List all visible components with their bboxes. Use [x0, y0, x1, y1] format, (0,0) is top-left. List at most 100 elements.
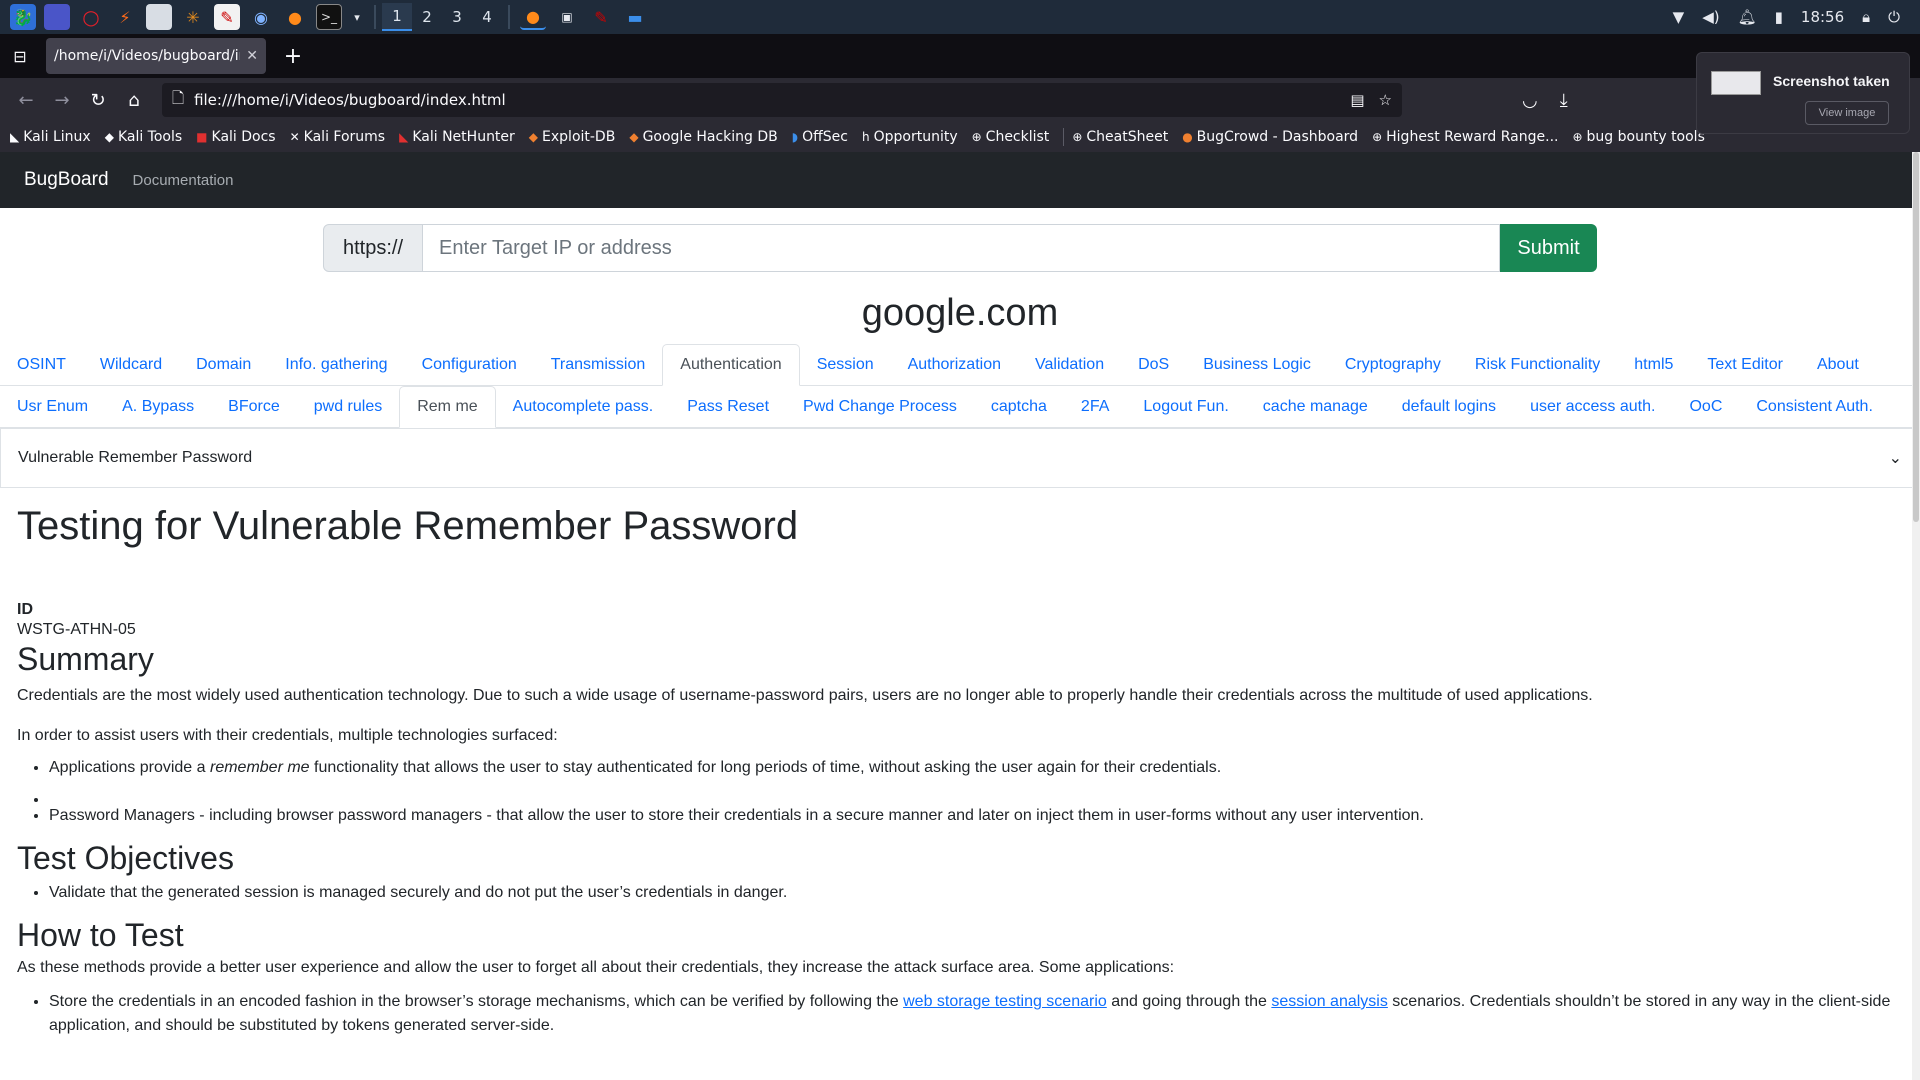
session-analysis-link[interactable]: session analysis	[1271, 993, 1388, 1010]
bookmark[interactable]: ◗ OffSec	[792, 129, 848, 145]
terminal-icon[interactable]: >_	[316, 4, 342, 30]
desktop-icon[interactable]	[44, 4, 70, 30]
tab-rem-me[interactable]: Rem me	[399, 386, 496, 428]
bookmark[interactable]: ■ Kali Docs	[196, 129, 275, 145]
workspace-4[interactable]: 4	[472, 3, 502, 31]
bookmark[interactable]: ✕ Kali Forums	[290, 129, 386, 145]
bookmark-star-icon[interactable]: ☆	[1379, 91, 1392, 109]
bookmark[interactable]: ⊕ CheatSheet	[1072, 129, 1168, 145]
tab-pwd-change-process[interactable]: Pwd Change Process	[786, 386, 974, 428]
tab-wildcard[interactable]: Wildcard	[83, 344, 179, 386]
opera-icon[interactable]: ○	[78, 4, 104, 30]
bookmark[interactable]: ◆ Exploit-DB	[529, 129, 616, 145]
back-icon[interactable]: ←	[8, 82, 44, 118]
tab-cryptography[interactable]: Cryptography	[1328, 344, 1458, 386]
tab-authentication[interactable]: Authentication	[662, 344, 800, 386]
spider-icon[interactable]: ✳	[180, 4, 206, 30]
accordion-header[interactable]: Vulnerable Remember Password ⌄	[0, 428, 1920, 488]
tab-user-access-auth[interactable]: user access auth.	[1513, 386, 1672, 428]
firefox-icon[interactable]: ●	[282, 4, 308, 30]
bookmark[interactable]: ⊕ Highest Reward Range...	[1372, 129, 1558, 145]
brand-link[interactable]: BugBoard	[24, 169, 109, 191]
tab-consistent-auth[interactable]: Consistent Auth.	[1739, 386, 1890, 428]
downloads-icon[interactable]: ⤓	[1560, 90, 1568, 111]
tab-usr-enum[interactable]: Usr Enum	[0, 386, 105, 428]
bookmark[interactable]: ⊕ Checklist	[972, 129, 1050, 145]
tab-business-logic[interactable]: Business Logic	[1186, 344, 1328, 386]
tab-about[interactable]: About	[1800, 344, 1876, 386]
new-tab-icon[interactable]: +	[278, 44, 308, 69]
bookmark[interactable]: ● BugCrowd - Dashboard	[1182, 129, 1358, 145]
burp-icon[interactable]: ⚡	[112, 4, 138, 30]
power-icon[interactable]: ⏻	[1888, 8, 1900, 26]
browser-tab[interactable]: /home/i/Videos/bugboard/index.html ✕	[46, 38, 266, 74]
files-window-icon[interactable]: ▬	[622, 4, 648, 30]
submit-button[interactable]: Submit	[1500, 224, 1597, 272]
tab-pass-reset[interactable]: Pass Reset	[670, 386, 786, 428]
volume-icon[interactable]: ◀)	[1702, 8, 1719, 26]
home-icon[interactable]: ⌂	[116, 82, 152, 118]
tab-osint[interactable]: OSINT	[0, 344, 83, 386]
lock-icon[interactable]: 🔒︎	[1862, 8, 1870, 26]
bookmark[interactable]: ◆ Kali Tools	[105, 129, 182, 145]
forward-icon[interactable]: →	[44, 82, 80, 118]
bookmark[interactable]: ◆ Google Hacking DB	[629, 129, 777, 145]
tab-captcha[interactable]: captcha	[974, 386, 1064, 428]
tab-domain[interactable]: Domain	[179, 344, 268, 386]
url-bar[interactable]: 🗋 file:///home/i/Videos/bugboard/index.h…	[162, 83, 1402, 117]
tab-transmission[interactable]: Transmission	[534, 344, 663, 386]
tab-authorization[interactable]: Authorization	[891, 344, 1018, 386]
chevron-down-icon[interactable]: ▾	[350, 4, 364, 30]
reload-icon[interactable]: ↻	[80, 82, 116, 118]
files-icon[interactable]	[146, 4, 172, 30]
bookmark[interactable]: ⊕ bug bounty tools	[1572, 129, 1704, 145]
workspace-3[interactable]: 3	[442, 3, 472, 31]
kali-menu-icon[interactable]: 🐉	[10, 4, 36, 30]
tab-2fa[interactable]: 2FA	[1064, 386, 1126, 428]
tab-cache-manage[interactable]: cache manage	[1246, 386, 1385, 428]
pocket-icon[interactable]: ◡	[1522, 90, 1538, 111]
clock[interactable]: 18:56	[1801, 8, 1844, 26]
tab-validation[interactable]: Validation	[1018, 344, 1121, 386]
chrome-icon[interactable]: ◉	[248, 4, 274, 30]
tab-configuration[interactable]: Configuration	[405, 344, 534, 386]
reader-view-icon[interactable]: ▤	[1350, 91, 1364, 109]
bell-icon[interactable]: 🔔︎	[1738, 8, 1757, 26]
tab-session[interactable]: Session	[800, 344, 891, 386]
bookmark[interactable]: h Opportunity	[862, 129, 958, 145]
tab-list-icon[interactable]: ⊟	[0, 36, 40, 76]
tab-info-gathering[interactable]: Info. gathering	[268, 344, 404, 386]
wifi-icon[interactable]: ▼	[1673, 8, 1685, 26]
workspace-1[interactable]: 1	[382, 3, 412, 31]
editor-window-icon[interactable]: ✎	[588, 4, 614, 30]
globe-icon: ⊕	[971, 130, 982, 144]
bookmark[interactable]: ◣ Kali Linux	[10, 129, 91, 145]
workspace-2[interactable]: 2	[412, 3, 442, 31]
tab-pwd-rules[interactable]: pwd rules	[297, 386, 399, 428]
screenshot-thumbnail[interactable]	[1711, 71, 1761, 95]
tab-bforce[interactable]: BForce	[211, 386, 297, 428]
bookmark[interactable]: ◣ Kali NetHunter	[399, 129, 515, 145]
tab-default-logins[interactable]: default logins	[1385, 386, 1513, 428]
tab-ooc[interactable]: OoC	[1672, 386, 1739, 428]
battery-icon[interactable]: ▮	[1775, 8, 1783, 26]
tab-a-bypass[interactable]: A. Bypass	[105, 386, 211, 428]
view-image-button[interactable]: View image	[1805, 101, 1889, 125]
firefox-window-icon[interactable]: ●	[520, 4, 546, 30]
tab-autocomplete-pass[interactable]: Autocomplete pass.	[496, 386, 671, 428]
web-storage-link[interactable]: web storage testing scenario	[903, 993, 1107, 1010]
tab-text-editor[interactable]: Text Editor	[1690, 344, 1800, 386]
tab-dos[interactable]: DoS	[1121, 344, 1186, 386]
documentation-link[interactable]: Documentation	[133, 172, 234, 189]
chevron-down-icon[interactable]: ⌄	[1889, 448, 1902, 468]
terminal-window-icon[interactable]: ▣	[554, 4, 580, 30]
target-input[interactable]	[423, 224, 1500, 272]
page-scrollbar[interactable]	[1912, 152, 1920, 1080]
editor-icon[interactable]: ✎	[214, 4, 240, 30]
tab-html5[interactable]: html5	[1617, 344, 1690, 386]
scrollbar-thumb[interactable]	[1913, 152, 1919, 522]
tab-risk-functionality[interactable]: Risk Functionality	[1458, 344, 1617, 386]
url-text[interactable]: file:///home/i/Videos/bugboard/index.htm…	[194, 91, 1336, 109]
tab-logout-fun[interactable]: Logout Fun.	[1126, 386, 1245, 428]
close-icon[interactable]: ✕	[246, 48, 258, 64]
